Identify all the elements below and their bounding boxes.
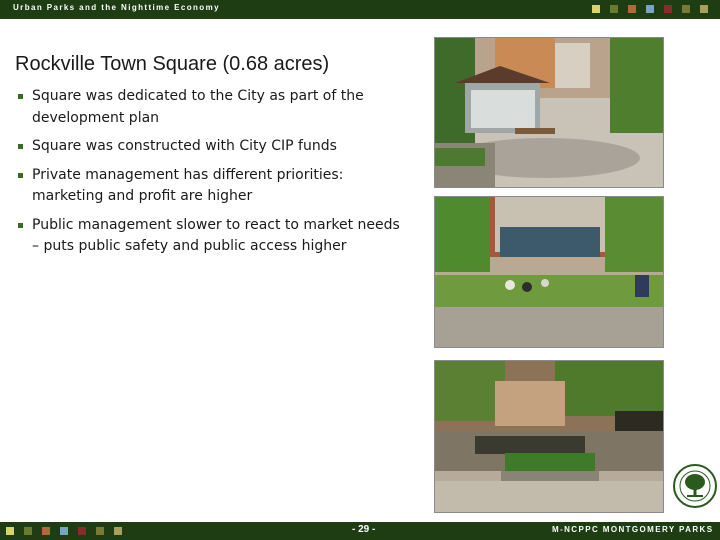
header-bar: Urban Parks and the Nighttime Economy (0, 0, 720, 19)
bullet-list: Square was dedicated to the City as part… (16, 86, 411, 265)
color-square (60, 527, 68, 535)
footer-color-squares (6, 527, 132, 535)
bullet-marker (18, 94, 23, 99)
color-square (646, 5, 654, 13)
color-square (700, 5, 708, 13)
color-square (114, 527, 122, 535)
bullet-marker (18, 222, 23, 228)
bullet-item: Public management slower to react to mar… (16, 215, 411, 258)
slide-title: Rockville Town Square (0.68 acres) (15, 53, 330, 75)
bullet-marker (18, 172, 23, 178)
color-square (610, 5, 618, 13)
bullet-item: Square was constructed with City CIP fun… (16, 136, 411, 158)
color-square (78, 527, 86, 535)
color-square (96, 527, 104, 535)
footer-org-name: M-NCPPC MONTGOMERY PARKS (552, 525, 714, 534)
bullet-text: Square was constructed with City CIP fun… (32, 138, 337, 154)
color-square (664, 5, 672, 13)
page-number: - 29 - (352, 524, 376, 535)
bullet-marker (18, 144, 23, 149)
bullet-text: Public management slower to react to mar… (32, 216, 400, 255)
bullet-item: Private management has different priorit… (16, 165, 411, 208)
color-square (682, 5, 690, 13)
montgomery-parks-logo (673, 464, 717, 508)
photo-pavilion-plaza (434, 37, 664, 188)
header-title: Urban Parks and the Nighttime Economy (13, 3, 220, 12)
color-square (6, 527, 14, 535)
photo-lawn-with-people (434, 196, 664, 348)
color-square (42, 527, 50, 535)
bullet-text: Private management has different priorit… (32, 166, 344, 205)
bullet-text: Square was dedicated to the City as part… (32, 88, 364, 126)
color-square (592, 5, 600, 13)
color-square (628, 5, 636, 13)
color-square (24, 527, 32, 535)
photo-plaza-with-planter (434, 360, 664, 513)
bullet-item: Square was dedicated to the City as part… (16, 86, 411, 129)
header-color-squares (592, 5, 718, 13)
